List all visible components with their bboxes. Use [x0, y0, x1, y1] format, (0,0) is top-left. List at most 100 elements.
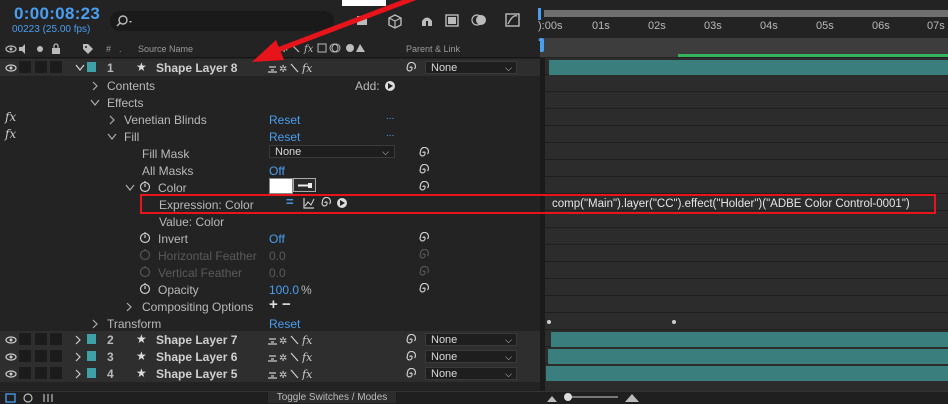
- graph-editor-icon[interactable]: [504, 12, 522, 28]
- label-color-swatch[interactable]: [87, 62, 96, 72]
- pickwhip-icon[interactable]: [405, 334, 417, 346]
- svg-text:✲: ✲: [279, 353, 287, 363]
- parent-dropdown[interactable]: None ⌵: [425, 367, 517, 380]
- fill-ellipsis[interactable]: ...: [386, 128, 394, 139]
- pickwhip-icon[interactable]: [418, 164, 430, 176]
- chevron-right-icon[interactable]: [74, 369, 82, 379]
- lock-switch[interactable]: [50, 367, 62, 379]
- column-source-name[interactable]: Source Name: [138, 44, 193, 54]
- pickwhip-icon[interactable]: [405, 351, 417, 363]
- parent-dropdown[interactable]: None ⌵: [425, 350, 517, 363]
- layer-bar-4[interactable]: [546, 366, 948, 381]
- label-color-swatch[interactable]: [87, 351, 96, 361]
- all-masks-value[interactable]: Off: [269, 164, 285, 178]
- fill-mask-dropdown[interactable]: None ⌵: [269, 145, 395, 158]
- effect-fx-icon[interactable]: fx: [5, 127, 16, 141]
- solo-switch[interactable]: [35, 333, 47, 345]
- visibility-eye-icon[interactable]: [5, 369, 17, 379]
- layer-bar-1[interactable]: [549, 60, 948, 75]
- toggle-switches-modes-button[interactable]: Toggle Switches / Modes: [268, 392, 396, 403]
- compositing-options-label: Compositing Options: [142, 300, 254, 314]
- chevron-right-icon[interactable]: [91, 319, 99, 329]
- keyframe-marker[interactable]: [672, 320, 676, 324]
- visibility-eye-icon[interactable]: [5, 335, 17, 345]
- effect-fx-icon[interactable]: fx: [5, 110, 16, 124]
- layer-row-4[interactable]: 4 ★ Shape Layer 5 ✲ fx None ⌵: [0, 365, 540, 382]
- lock-switch[interactable]: [50, 333, 62, 345]
- zoom-slider-handle[interactable]: [564, 393, 572, 401]
- pickwhip-icon[interactable]: [405, 368, 417, 380]
- stopwatch-icon[interactable]: [139, 180, 151, 193]
- layer-bar-3[interactable]: [548, 349, 948, 364]
- reset-transform-link[interactable]: Reset: [269, 317, 300, 331]
- svg-text:fx: fx: [301, 334, 313, 346]
- zoom-in-mountain-icon[interactable]: [625, 393, 639, 403]
- layer-name[interactable]: Shape Layer 5: [156, 367, 237, 381]
- layer-bar-2[interactable]: [551, 332, 948, 347]
- audio-switch[interactable]: [19, 61, 31, 73]
- footer-bar: [0, 391, 948, 404]
- venetian-ellipsis[interactable]: ...: [386, 111, 394, 122]
- solo-switch[interactable]: [35, 61, 47, 73]
- eyedropper-button[interactable]: [293, 178, 316, 192]
- add-menu-button[interactable]: [384, 80, 396, 92]
- reset-fill-link[interactable]: Reset: [269, 130, 300, 144]
- reset-venetian-link[interactable]: Reset: [269, 113, 300, 127]
- solo-switch[interactable]: [35, 350, 47, 362]
- transfer-controls-icon[interactable]: [42, 393, 54, 403]
- chevron-right-icon[interactable]: [108, 115, 116, 125]
- layer-name[interactable]: Shape Layer 7: [156, 333, 237, 347]
- work-area-bar[interactable]: [544, 10, 948, 17]
- chevron-down-icon[interactable]: [107, 133, 117, 141]
- label-color-swatch[interactable]: [87, 368, 96, 378]
- playhead-top[interactable]: [538, 8, 541, 20]
- remove-mask-reference-button[interactable]: −: [282, 296, 291, 313]
- layer-row-3[interactable]: 3 ★ Shape Layer 6 ✲ fx None ⌵: [0, 348, 540, 365]
- layer-switches[interactable]: ✲ fx: [268, 368, 328, 380]
- invert-value[interactable]: Off: [269, 232, 285, 246]
- chevron-right-icon[interactable]: [74, 352, 82, 362]
- audio-switch[interactable]: [19, 350, 31, 362]
- parent-dropdown[interactable]: None ⌵: [425, 333, 517, 346]
- pickwhip-icon[interactable]: [418, 181, 430, 193]
- stopwatch-icon[interactable]: [139, 231, 151, 244]
- frame-rate-label: 00223 (25.00 fps): [12, 24, 91, 35]
- pickwhip-icon[interactable]: [418, 283, 430, 295]
- lock-switch[interactable]: [50, 61, 62, 73]
- chevron-right-icon[interactable]: [74, 335, 82, 345]
- layer-name[interactable]: Shape Layer 6: [156, 350, 237, 364]
- stopwatch-icon[interactable]: [139, 282, 151, 295]
- chevron-right-icon[interactable]: [125, 302, 133, 312]
- visibility-eye-icon[interactable]: [5, 352, 17, 362]
- comp-button-icon[interactable]: [5, 393, 17, 403]
- add-mask-reference-button[interactable]: +: [269, 296, 278, 313]
- current-time-display[interactable]: 0:00:08:23: [14, 4, 100, 24]
- chevron-down-icon[interactable]: [90, 99, 100, 107]
- lock-switch[interactable]: [50, 350, 62, 362]
- motion-blur-icon[interactable]: [470, 12, 488, 28]
- layer-row-2[interactable]: 2 ★ Shape Layer 7 ✲ fx None ⌵: [0, 331, 540, 348]
- zoom-slider[interactable]: [564, 393, 618, 401]
- chevron-down-icon[interactable]: [125, 184, 135, 192]
- visibility-eye-icon[interactable]: [5, 63, 17, 73]
- audio-switch[interactable]: [19, 367, 31, 379]
- layer-switches-pane-icon[interactable]: [23, 393, 35, 403]
- layer-switches[interactable]: ✲ fx: [268, 334, 328, 346]
- layer-name[interactable]: Shape Layer 8: [156, 61, 237, 75]
- work-area-green-line: [678, 54, 948, 57]
- parent-dropdown-value: None: [431, 62, 458, 74]
- label-color-swatch[interactable]: [87, 334, 96, 344]
- keyframe-marker[interactable]: [547, 320, 551, 324]
- solo-switch[interactable]: [35, 367, 47, 379]
- frame-blending-icon[interactable]: [444, 12, 460, 28]
- opacity-value[interactable]: 100.0: [269, 283, 299, 297]
- zoom-out-mountain-icon[interactable]: [546, 393, 558, 403]
- parent-dropdown[interactable]: None ⌵: [425, 61, 517, 74]
- chevron-right-icon[interactable]: [91, 81, 99, 91]
- pickwhip-icon[interactable]: [418, 232, 430, 244]
- pickwhip-icon[interactable]: [418, 147, 430, 159]
- layer-switches[interactable]: ✲ fx: [268, 351, 328, 363]
- color-swatch[interactable]: [269, 178, 293, 194]
- chevron-down-icon[interactable]: [75, 64, 85, 72]
- audio-switch[interactable]: [19, 333, 31, 345]
